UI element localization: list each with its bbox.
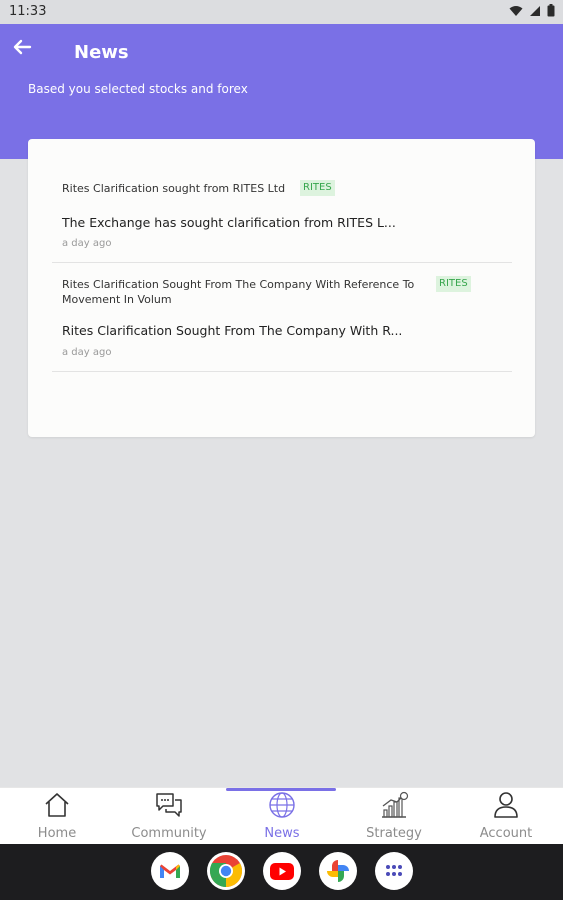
status-time: 11:33	[9, 4, 47, 19]
home-icon	[45, 793, 69, 817]
news-title: Rites Clarification Sought From The Comp…	[62, 278, 415, 306]
news-item[interactable]: Rites Clarification Sought From The Comp…	[52, 263, 512, 372]
arrow-left-icon	[13, 39, 32, 55]
status-bar: 11:33	[0, 0, 563, 24]
chrome-icon	[209, 855, 243, 888]
tab-strategy[interactable]: Strategy	[338, 788, 450, 845]
app-drawer-icon	[386, 865, 402, 876]
tab-label: Home	[37, 826, 77, 841]
news-tag[interactable]: RITES	[436, 276, 471, 292]
news-title: Rites Clarification sought from RITES Lt…	[62, 182, 286, 195]
dock-app-drawer[interactable]	[375, 852, 413, 890]
news-time: a day ago	[62, 347, 112, 358]
tab-label: Account	[479, 826, 533, 841]
tab-label: Strategy	[366, 826, 422, 841]
page-subtitle: Based you selected stocks and forex	[28, 82, 248, 96]
globe-icon	[269, 792, 295, 818]
chat-icon	[156, 793, 182, 817]
signal-icon	[530, 5, 540, 16]
system-dock	[0, 844, 563, 900]
tab-home[interactable]: Home	[1, 788, 113, 845]
chart-icon	[382, 791, 409, 818]
page-title: News	[74, 42, 129, 63]
tab-community[interactable]: Community	[113, 788, 225, 845]
tab-account[interactable]: Account	[450, 788, 562, 845]
gmail-icon	[160, 864, 180, 878]
news-tag[interactable]: RITES	[300, 180, 335, 196]
news-description: The Exchange has sought clarification fr…	[62, 215, 396, 230]
status-icons	[509, 4, 555, 17]
wifi-icon	[509, 5, 523, 16]
youtube-icon	[270, 862, 294, 880]
dock-app-youtube[interactable]	[263, 852, 301, 890]
dock-app-gmail[interactable]	[151, 852, 189, 890]
dock-app-chrome[interactable]	[207, 852, 245, 890]
back-button[interactable]	[12, 38, 36, 58]
bottom-nav: Home Community News Strategy Account	[0, 787, 563, 844]
news-description: Rites Clarification Sought From The Comp…	[62, 323, 403, 338]
photos-icon	[327, 860, 349, 882]
news-time: a day ago	[62, 238, 112, 249]
tab-label: News	[264, 826, 300, 841]
tab-label: Community	[131, 826, 207, 841]
news-item[interactable]: Rites Clarification sought from RITES Lt…	[52, 177, 512, 263]
user-icon	[494, 792, 518, 818]
battery-icon	[547, 4, 555, 17]
dock-app-photos[interactable]	[319, 852, 357, 890]
tab-news[interactable]: News	[226, 788, 338, 845]
news-card: Rites Clarification sought from RITES Lt…	[28, 139, 535, 437]
